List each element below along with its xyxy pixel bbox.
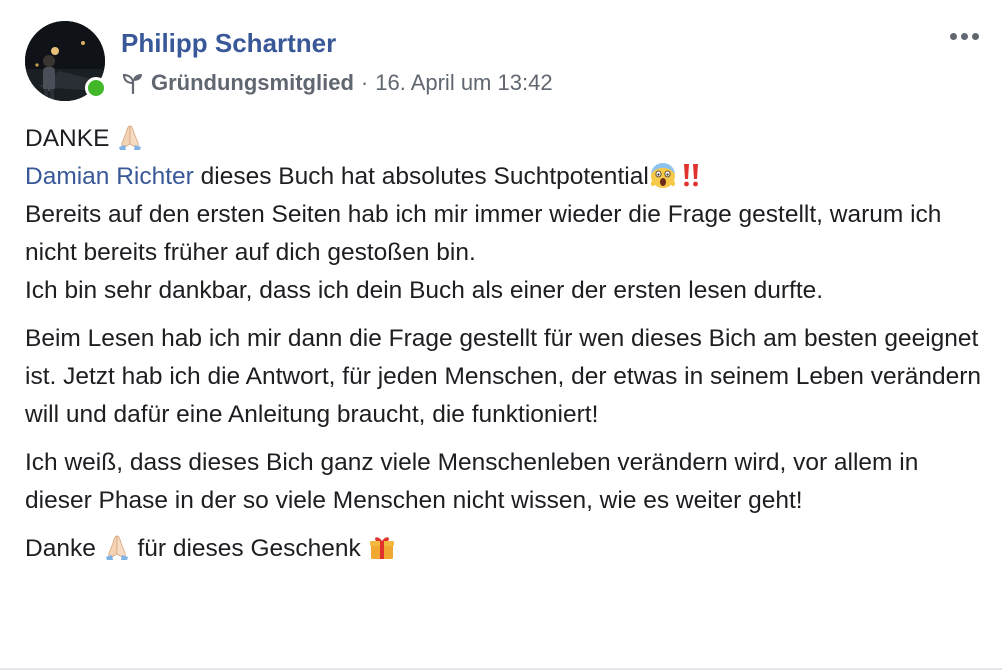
meta-separator: · [360,70,369,95]
folded-hands-icon [103,533,131,561]
post-paragraph-2: Beim Lesen hab ich mir dann die Frage ge… [25,325,982,428]
post-text-danke-2: Danke [25,535,96,562]
mention-link[interactable]: Damian Richter [25,163,194,190]
post-meta: Gründungsmitglied · 16. April um 13:42 [121,70,553,96]
folded-hands-icon [116,123,144,151]
post-text-line4: Ich bin sehr dankbar, dass ich dein Buch… [25,277,824,304]
post-paragraph-3: Ich weiß, dass dieses Bich ganz viele Me… [25,449,919,514]
wrapped-gift-icon [368,533,396,561]
author-name-link[interactable]: Philipp Schartner [121,28,336,59]
author-avatar[interactable] [25,21,107,101]
screaming-face-icon [649,161,677,189]
post-text-geschenk: für dieses Geschenk [130,535,361,562]
more-options-button[interactable] [944,24,984,48]
post-paragraph-1: DANKE Damian Richter dieses Buch hat abs… [25,120,985,310]
post-text-line2: dieses Buch hat absolutes Suchtpotential [193,163,649,190]
post-text-line3: Bereits auf den ersten Seiten hab ich mi… [25,201,942,266]
post-card: Philipp Schartner Gründungsmitglied · 16… [0,0,1002,670]
more-options-icon [949,32,957,40]
sprout-icon [122,73,142,95]
online-status-indicator [85,77,107,99]
post-paragraph-4: Danke für dieses Geschenk [25,530,985,568]
double-exclamation-icon [677,161,705,189]
post-body: DANKE Damian Richter dieses Buch hat abs… [25,120,985,578]
post-text-danke: DANKE [25,125,110,152]
post-timestamp[interactable]: 16. April um 13:42 [375,70,552,96]
member-badge[interactable]: Gründungsmitglied [151,70,354,96]
